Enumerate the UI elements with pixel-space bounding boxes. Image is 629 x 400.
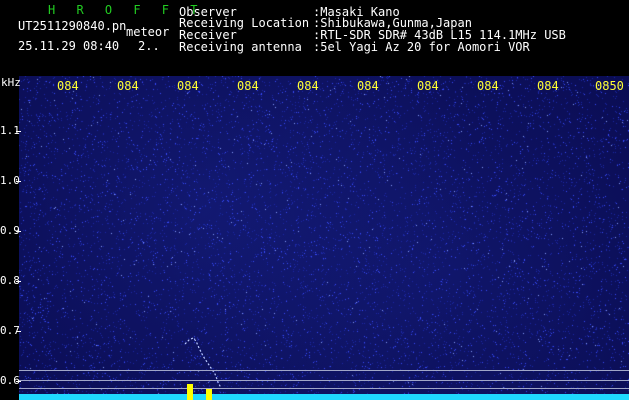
- reference-line: [19, 380, 629, 381]
- header-panel: H R O F F T UT2511290840.pn meteor 25.11…: [0, 0, 629, 76]
- freq-unit-label: kHz: [1, 76, 21, 89]
- signal-spike: [187, 384, 193, 400]
- signal-spike: [206, 389, 212, 400]
- time-tick: 084: [117, 79, 139, 93]
- spectrum-baseline: [19, 394, 629, 400]
- reference-line: [19, 370, 629, 371]
- time-tick: 084: [57, 79, 79, 93]
- file-name: UT2511290840.pn: [18, 19, 127, 33]
- time-tick: 084: [477, 79, 499, 93]
- time-tick: 084: [417, 79, 439, 93]
- freq-tick-mark: [16, 281, 21, 282]
- reference-line: [19, 388, 629, 389]
- waterfall-spectrogram: [19, 76, 629, 400]
- freq-tick-mark: [16, 381, 21, 382]
- freq-tick-mark: [16, 181, 21, 182]
- event-count: 2..: [138, 39, 160, 53]
- time-tick: 084: [357, 79, 379, 93]
- date-time: 25.11.29 08:40: [18, 39, 120, 53]
- meteor-trace-layer: [184, 337, 222, 389]
- antenna-label: Receiving antenna: [179, 40, 302, 54]
- time-tick: 084: [177, 79, 199, 93]
- time-tick: 0850: [595, 79, 624, 93]
- time-tick: 084: [297, 79, 319, 93]
- time-tick: 084: [537, 79, 559, 93]
- time-tick: 084: [237, 79, 259, 93]
- antenna-value: :5el Yagi Az 20 for Aomori VOR: [313, 40, 530, 54]
- freq-tick-mark: [16, 131, 21, 132]
- freq-tick-mark: [16, 231, 21, 232]
- freq-tick-mark: [16, 331, 21, 332]
- event-type: meteor: [126, 25, 170, 39]
